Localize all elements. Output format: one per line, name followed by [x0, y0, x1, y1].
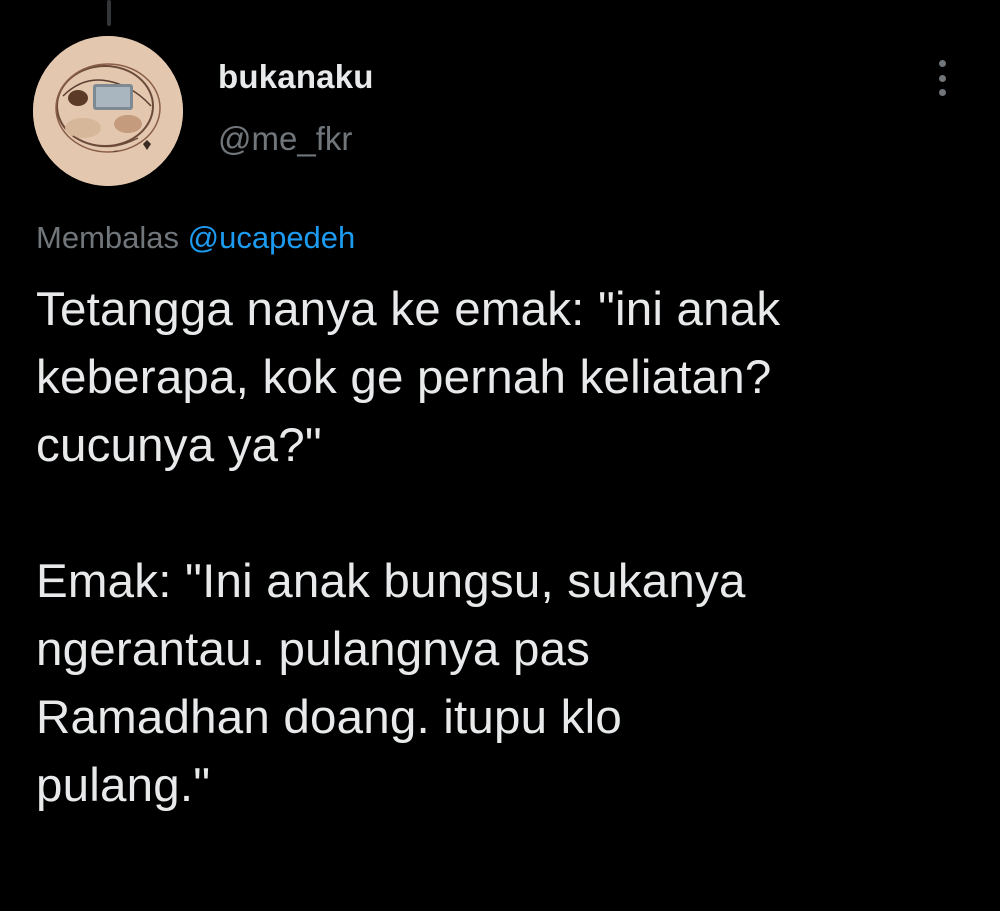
tweet-text: Tetangga nanya ke emak: "ini anak kebera…	[36, 283, 781, 812]
reply-prefix: Membalas	[36, 220, 179, 255]
avatar[interactable]: ~	[33, 36, 183, 186]
avatar-image: ~	[33, 36, 183, 186]
more-options-button[interactable]	[922, 56, 962, 100]
reply-mention-link[interactable]: @ucapedeh	[188, 220, 356, 255]
more-vertical-icon	[938, 60, 946, 67]
author-handle[interactable]: @me_fkr	[218, 120, 352, 158]
more-vertical-icon-dot	[938, 74, 946, 82]
thread-connector-line	[107, 0, 111, 26]
author-display-name[interactable]: bukanaku	[218, 58, 374, 96]
reply-context: Membalas @ucapedeh	[36, 220, 355, 256]
more-vertical-icon-dot	[938, 89, 946, 96]
